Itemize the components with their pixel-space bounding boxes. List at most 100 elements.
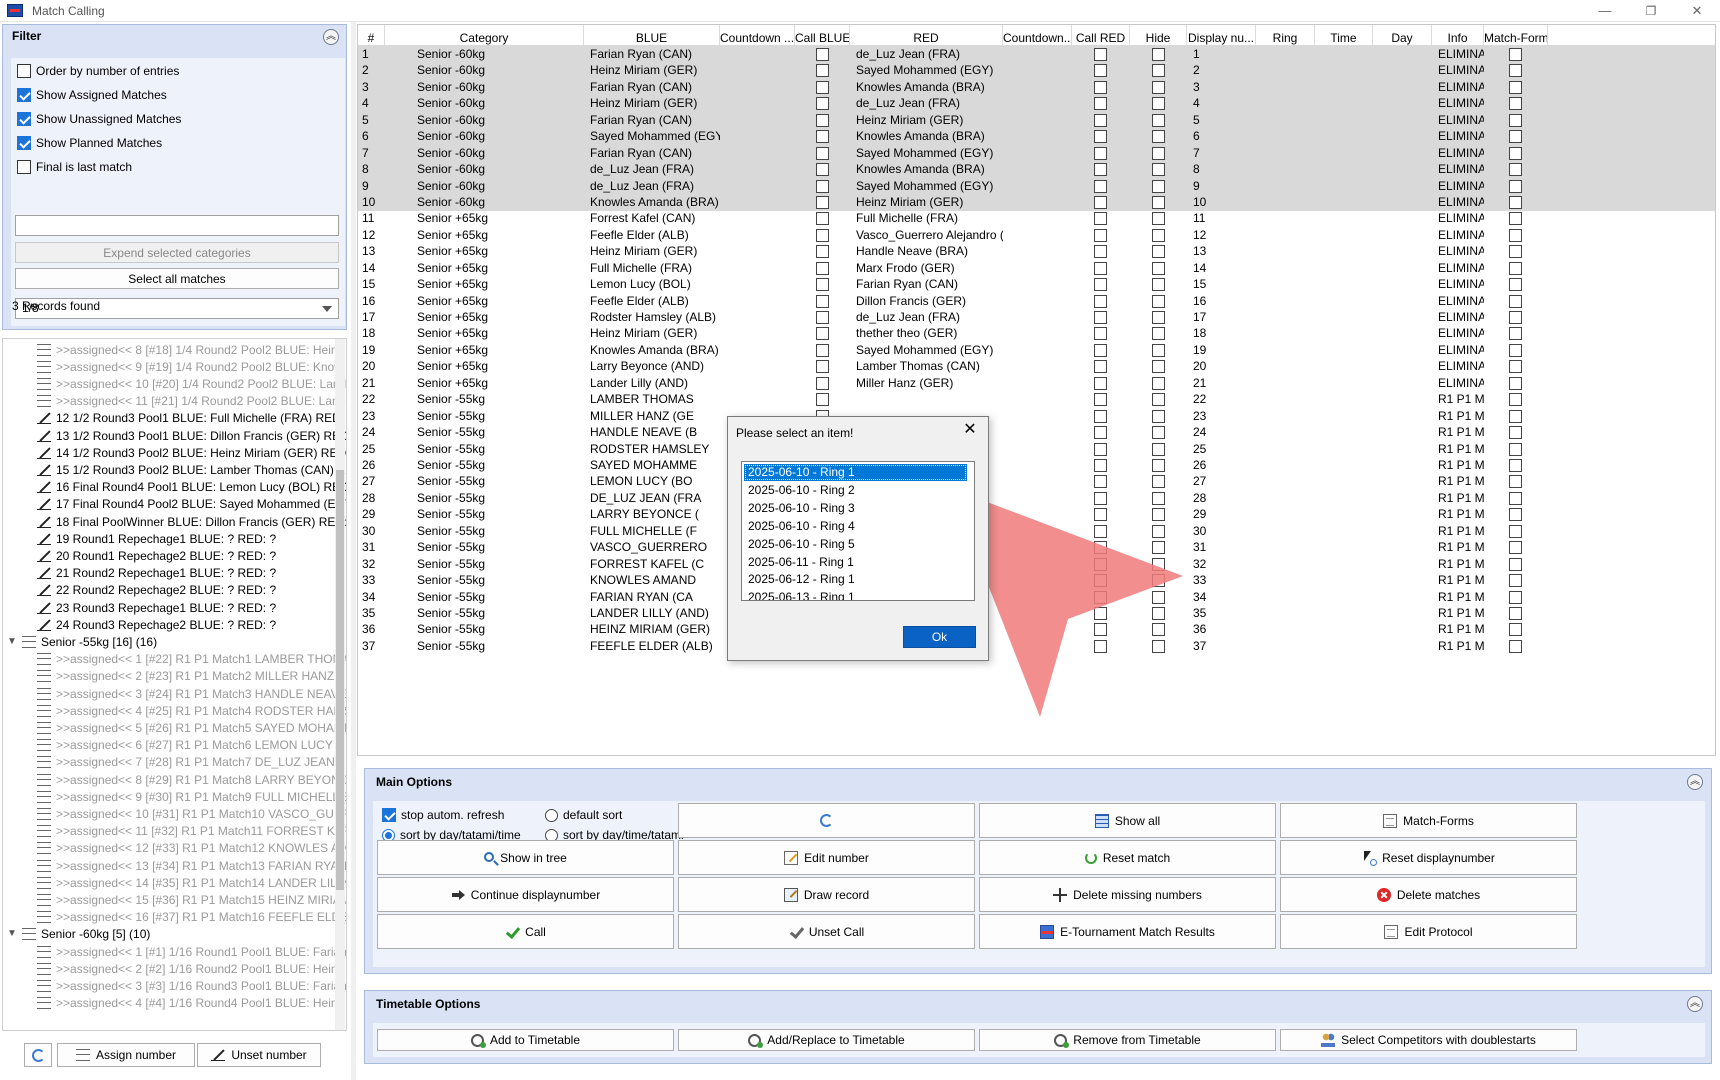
row-checkbox[interactable] [1509, 245, 1522, 259]
row-checkbox[interactable] [1509, 524, 1522, 538]
row-checkbox[interactable] [1509, 113, 1522, 127]
tree-row[interactable]: >>assigned<< 9 [#30] R1 P1 Match9 FULL M… [37, 788, 346, 805]
filter-checkbox-row[interactable]: Show Planned Matches [17, 134, 162, 152]
select-competitors-button[interactable]: Select Competitors with doublestarts [1280, 1029, 1577, 1051]
table-row[interactable]: 13 Senior +65kg Heinz Miriam (GER) Handle N… [358, 242, 1715, 260]
row-checkbox[interactable] [1509, 491, 1522, 505]
show-in-tree-button[interactable]: Show in tree [377, 840, 674, 875]
tree-row[interactable]: 12 1/2 Round3 Pool1 BLUE: Full Michelle … [37, 410, 346, 427]
tree-row[interactable]: >>assigned<< 2 [#23] R1 P1 Match2 MILLER… [37, 668, 334, 685]
row-checkbox[interactable] [1152, 195, 1165, 209]
table-row[interactable]: 37 Senior -55kg FEEFLE ELDER (ALB) 37 R1 P1 … [358, 637, 1715, 655]
dialog-item-list[interactable]: 2025-06-10 - Ring 1 2025-06-10 - Ring 2 20… [741, 461, 975, 601]
row-checkbox[interactable] [1094, 113, 1107, 127]
row-checkbox[interactable] [1152, 475, 1165, 489]
tree-row[interactable]: >>assigned<< 10 [#20] 1/4 Round2 Pool2 B… [37, 375, 346, 392]
continue-displaynumber-button[interactable]: Continue displaynumber [377, 877, 674, 912]
table-row[interactable]: 24 Senior -55kg HANDLE NEAVE (B 24 R1 P1 M..… [358, 423, 1715, 441]
row-checkbox[interactable] [1094, 97, 1107, 111]
row-checkbox[interactable] [1509, 228, 1522, 242]
dialog-list-item[interactable]: 2025-06-13 - Ring 1 [744, 589, 967, 600]
row-checkbox[interactable] [816, 360, 829, 374]
row-checkbox[interactable] [1509, 574, 1522, 588]
tree-scrollbar[interactable] [335, 339, 345, 1030]
row-checkbox[interactable] [1152, 64, 1165, 78]
e-tournament-button[interactable]: E-Tournament Match Results [979, 914, 1276, 949]
tree-row[interactable]: >>assigned<< 1 [#1] 1/16 Round1 Pool1 BL… [37, 943, 346, 960]
checkbox[interactable] [17, 64, 31, 78]
tree-row[interactable]: >>assigned<< 12 [#33] R1 P1 Match12 KNOW… [37, 840, 346, 857]
row-checkbox[interactable] [1152, 343, 1165, 357]
tree-row[interactable]: >>assigned<< 13 [#34] R1 P1 Match13 FARI… [37, 857, 346, 874]
table-row[interactable]: 1 Senior -60kg Farian Ryan (CAN) de_Luz Jea… [358, 45, 1715, 63]
table-row[interactable]: 3 Senior -60kg Farian Ryan (CAN) Knowles Am… [358, 77, 1715, 96]
row-checkbox[interactable] [1152, 80, 1165, 94]
tree-row[interactable]: >>assigned<< 9 [#19] 1/4 Round2 Pool2 BL… [37, 358, 346, 375]
row-checkbox[interactable] [1094, 508, 1107, 522]
row-checkbox[interactable] [1152, 97, 1165, 111]
row-checkbox[interactable] [1509, 64, 1522, 78]
row-checkbox[interactable] [1509, 294, 1522, 308]
row-checkbox[interactable] [1094, 245, 1107, 259]
dialog-list-item[interactable]: 2025-06-10 - Ring 5 [744, 536, 967, 553]
row-checkbox[interactable] [1094, 179, 1107, 193]
row-checkbox[interactable] [1152, 590, 1165, 604]
tree-row[interactable]: >>assigned<< 6 [#27] R1 P1 Match6 LEMON … [37, 737, 333, 754]
table-row[interactable]: 28 Senior -55kg DE_LUZ JEAN (FRA 28 R1 P1 M.… [358, 489, 1715, 507]
dialog-list-item[interactable]: 2025-06-10 - Ring 2 [744, 482, 967, 499]
row-checkbox[interactable] [1094, 475, 1107, 489]
row-checkbox[interactable] [1509, 327, 1522, 341]
row-checkbox[interactable] [1152, 179, 1165, 193]
tree-row[interactable]: 24 Round3 Repechage2 BLUE: ? RED: ? [37, 616, 276, 633]
stop-refresh-check[interactable] [382, 808, 396, 822]
unset-call-button[interactable]: Unset Call [678, 914, 975, 949]
row-checkbox[interactable] [1094, 574, 1107, 588]
table-row[interactable]: 36 Senior -55kg HEINZ MIRIAM (GER) 36 R1 P1 … [358, 620, 1715, 638]
row-checkbox[interactable] [816, 228, 829, 242]
row-checkbox[interactable] [1094, 606, 1107, 620]
tree-scrollbar-thumb[interactable] [336, 470, 344, 890]
row-checkbox[interactable] [1094, 409, 1107, 423]
row-checkbox[interactable] [1152, 606, 1165, 620]
row-checkbox[interactable] [1152, 442, 1165, 456]
tree-row[interactable]: >>assigned<< 8 [#18] 1/4 Round2 Pool2 BL… [37, 341, 346, 358]
table-row[interactable]: 21 Senior +65kg Lander Lilly (AND) Miller H… [358, 374, 1715, 392]
table-row[interactable]: 29 Senior -55kg LARRY BEYONCE (29 R1 P1 M..… [358, 505, 1715, 523]
row-checkbox[interactable] [1152, 261, 1165, 275]
row-checkbox[interactable] [1094, 195, 1107, 209]
row-checkbox[interactable] [816, 343, 829, 357]
row-checkbox[interactable] [1094, 261, 1107, 275]
stop-refresh-checkbox[interactable]: stop autom. refresh [382, 806, 504, 824]
tree-row[interactable]: >>assigned<< 3 [#24] R1 P1 Match3 HANDLE… [37, 685, 346, 702]
table-row[interactable]: 22 Senior -55kg LAMBER THOMAS 22 R1 P1 M... [358, 390, 1715, 408]
row-checkbox[interactable] [1509, 343, 1522, 357]
row-checkbox[interactable] [1094, 524, 1107, 538]
match-forms-button[interactable]: Match-Forms [1280, 803, 1577, 838]
tree-row[interactable]: >>assigned<< 11 [#32] R1 P1 Match11 FORR… [37, 823, 346, 840]
row-checkbox[interactable] [816, 311, 829, 325]
tree-row[interactable]: >>assigned<< 2 [#2] 1/16 Round2 Pool1 BL… [37, 960, 346, 977]
dialog-close-icon[interactable]: ✕ [960, 420, 980, 440]
table-row[interactable]: 20 Senior +65kg Larry Beyonce (AND) Lamber … [358, 357, 1715, 375]
row-checkbox[interactable] [1152, 524, 1165, 538]
row-checkbox[interactable] [1152, 212, 1165, 226]
row-checkbox[interactable] [816, 245, 829, 259]
table-row[interactable]: 12 Senior +65kg Feefle Elder (ALB) Vasco_Gu… [358, 226, 1715, 244]
row-checkbox[interactable] [1152, 393, 1165, 407]
tree-row[interactable]: 21 Round2 Repechage1 BLUE: ? RED: ? [37, 565, 276, 582]
row-checkbox[interactable] [1509, 278, 1522, 292]
tree-row[interactable]: ▼ Senior -55kg [16] (16) [7, 633, 157, 650]
row-checkbox[interactable] [1509, 360, 1522, 374]
tree-row[interactable]: >>assigned<< 4 [#4] 1/16 Round4 Pool1 BL… [37, 995, 346, 1012]
checkbox[interactable] [17, 136, 31, 150]
tree-row[interactable]: ▼ Senior -60kg [5] (10) [7, 926, 150, 943]
dialog-list-item[interactable]: 2025-06-10 - Ring 4 [744, 518, 967, 535]
row-checkbox[interactable] [1509, 606, 1522, 620]
row-checkbox[interactable] [1094, 360, 1107, 374]
row-checkbox[interactable] [1509, 508, 1522, 522]
tree-row[interactable]: >>assigned<< 11 [#21] 1/4 Round2 Pool2 B… [37, 393, 346, 410]
table-row[interactable]: 32 Senior -55kg FORREST KAFEL (C 32 R1 P1 M.… [358, 555, 1715, 573]
show-all-button[interactable]: Show all [979, 803, 1276, 838]
tree-row[interactable]: 19 Round1 Repechage1 BLUE: ? RED: ? [37, 530, 276, 547]
row-checkbox[interactable] [1094, 491, 1107, 505]
